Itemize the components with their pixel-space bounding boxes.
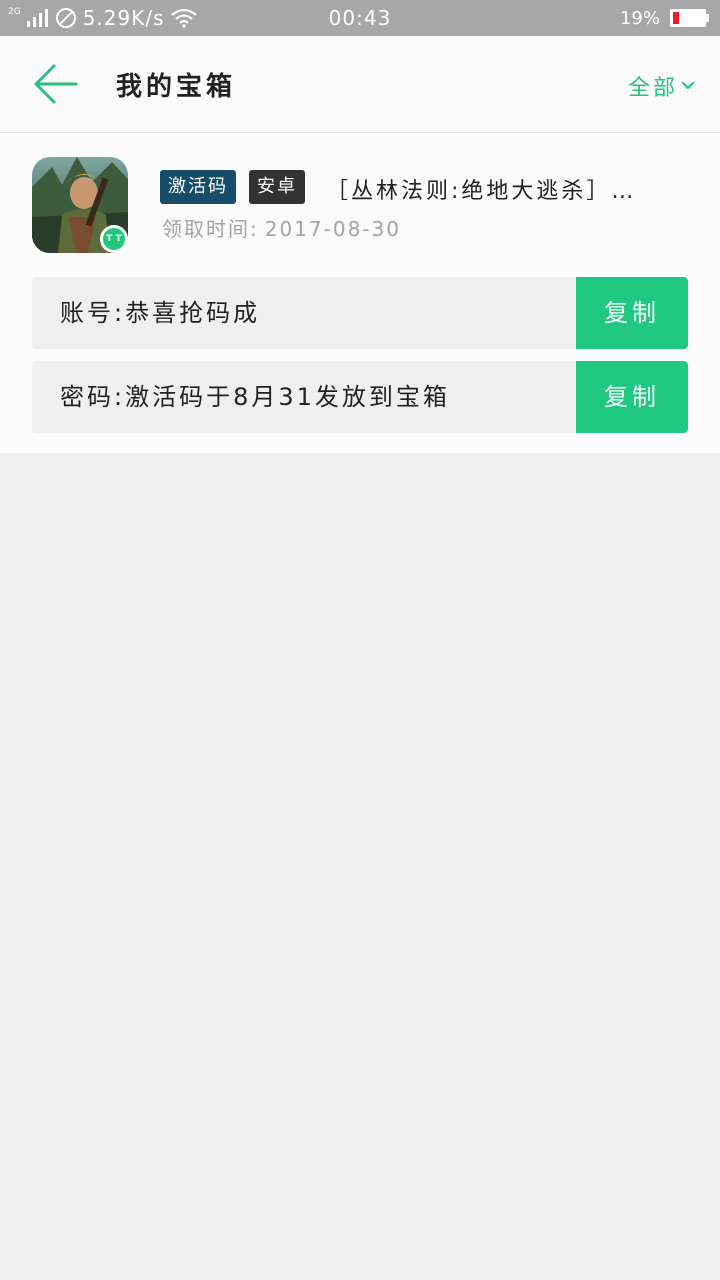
tag-android: 安卓 bbox=[249, 170, 305, 204]
status-right: 19% bbox=[619, 0, 709, 36]
game-name: ［丛林法则:绝地大逃杀］… bbox=[326, 179, 637, 204]
account-label: 账号: bbox=[60, 299, 126, 327]
password-row: 密码:激活码于8月31发放到宝箱 复制 bbox=[32, 361, 688, 433]
app-header: 我的宝箱 全部 bbox=[0, 36, 720, 133]
battery-percent: 19% bbox=[619, 7, 660, 29]
password-value: 激活码于8月31发放到宝箱 bbox=[125, 383, 450, 411]
status-bar: 2G 5.29K/s 00:43 19% bbox=[0, 0, 720, 36]
tag-activation-code: 激活码 bbox=[160, 170, 236, 204]
account-row: 账号:恭喜抢码成 复制 bbox=[32, 277, 688, 349]
account-text: 账号:恭喜抢码成 bbox=[60, 277, 260, 349]
password-text: 密码:激活码于8月31发放到宝箱 bbox=[60, 361, 450, 433]
account-value: 恭喜抢码成 bbox=[125, 299, 261, 327]
claim-time: 领取时间: 2017-08-30 bbox=[162, 213, 401, 242]
copy-password-button[interactable]: 复制 bbox=[576, 361, 688, 433]
copy-account-button[interactable]: 复制 bbox=[576, 277, 688, 349]
claim-time-value: 2017-08-30 bbox=[264, 217, 401, 241]
treasure-item-card: T T 激活码 安卓 ［丛林法则:绝地大逃杀］… 领取时间: 2017-08-30… bbox=[0, 133, 720, 453]
page-title: 我的宝箱 bbox=[116, 72, 237, 102]
back-button[interactable] bbox=[30, 60, 82, 108]
battery-level bbox=[673, 12, 679, 24]
claim-time-label: 领取时间: bbox=[162, 217, 259, 241]
tt-badge-icon: T T bbox=[100, 225, 128, 253]
back-arrow-icon bbox=[34, 64, 78, 104]
filter-label: 全部 bbox=[627, 76, 678, 101]
status-time: 00:43 bbox=[328, 6, 392, 30]
password-label: 密码: bbox=[60, 383, 126, 411]
battery-icon bbox=[670, 9, 709, 27]
filter-dropdown[interactable]: 全部 bbox=[628, 70, 696, 102]
chevron-down-icon bbox=[681, 81, 695, 90]
